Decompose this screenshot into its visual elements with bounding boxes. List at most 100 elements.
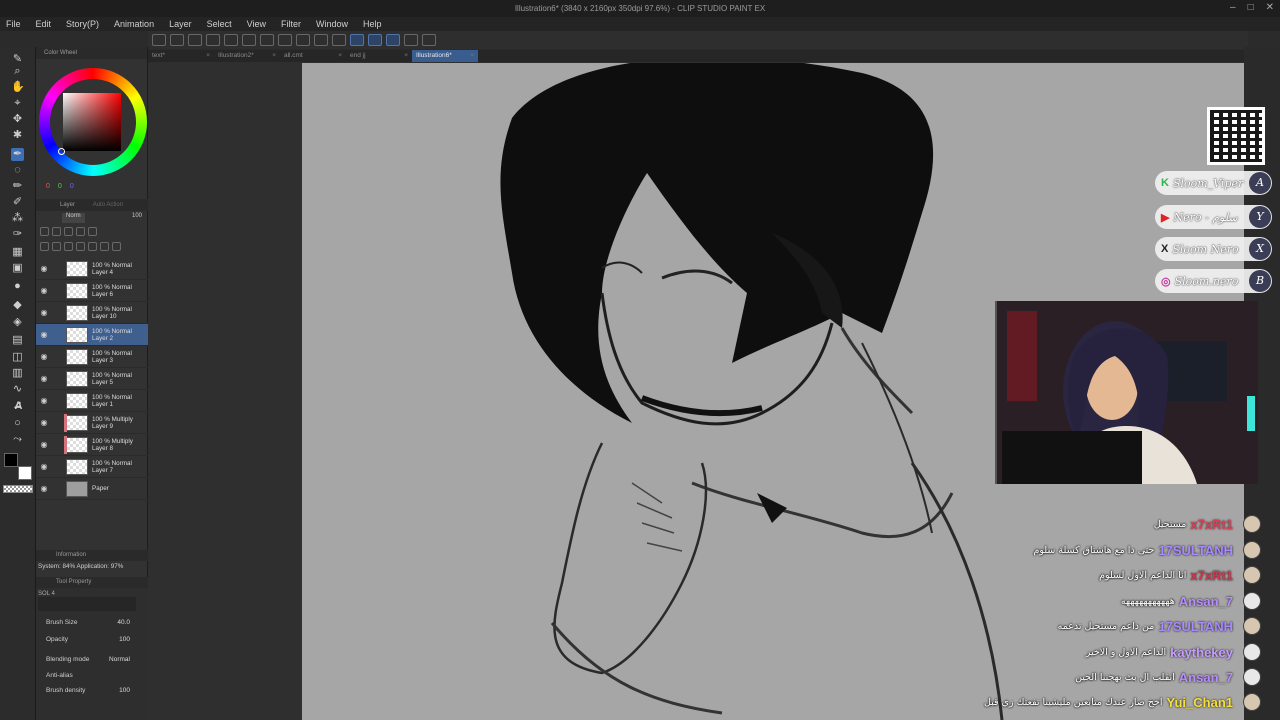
blend-icon[interactable]: ▣ xyxy=(11,262,24,275)
layer-row-paper[interactable]: ◉ Paper xyxy=(36,478,148,500)
assets-icon[interactable] xyxy=(422,34,436,46)
menu-window[interactable]: Window xyxy=(316,19,348,29)
device-icon[interactable] xyxy=(404,34,418,46)
hand-icon[interactable]: ✋ xyxy=(11,81,25,94)
crop-icon[interactable] xyxy=(332,34,346,46)
menu-file[interactable]: File xyxy=(6,19,21,29)
layer-row[interactable]: ◉ 100 % Multiply Layer 8 xyxy=(36,434,148,456)
figure-icon[interactable]: ◫ xyxy=(11,351,24,364)
open-icon[interactable] xyxy=(170,34,184,46)
palette-icon[interactable] xyxy=(88,227,97,236)
menu-story[interactable]: Story(P) xyxy=(66,19,99,29)
layer-row[interactable]: ◉ 100 % Normal Layer 6 xyxy=(36,280,148,302)
draft-icon[interactable] xyxy=(76,227,85,236)
maximize-button[interactable]: □ xyxy=(1248,2,1254,13)
snap-grid-icon[interactable] xyxy=(386,34,400,46)
tab-illustration2[interactable]: Illustration2* × xyxy=(214,50,280,62)
settings-icon[interactable] xyxy=(260,34,274,46)
eyedropper-icon[interactable]: ⌖ xyxy=(11,97,24,110)
ref-icon[interactable] xyxy=(64,227,73,236)
new-file-icon[interactable] xyxy=(152,34,166,46)
anti-alias-row[interactable]: Anti-alias xyxy=(46,672,144,679)
main-color-swatch[interactable] xyxy=(4,453,18,467)
sparkle-icon[interactable]: ✱ xyxy=(11,129,24,142)
mask-icon[interactable] xyxy=(100,242,109,251)
tab-allcmt[interactable]: all.cmt × xyxy=(280,50,346,62)
new-raster-icon[interactable] xyxy=(40,242,49,251)
eye-icon[interactable]: ◉ xyxy=(38,264,50,273)
eye-icon[interactable]: ◉ xyxy=(38,330,50,339)
layer-row[interactable]: ◉ 100 % Normal Layer 5 xyxy=(36,368,148,390)
layer-row-selected[interactable]: ◉ 100 % Normal Layer 2 xyxy=(36,324,148,346)
menu-layer[interactable]: Layer xyxy=(169,19,192,29)
delete-layer-icon[interactable] xyxy=(112,242,121,251)
marker-icon[interactable]: ✐ xyxy=(11,196,24,209)
menu-select[interactable]: Select xyxy=(207,19,232,29)
close-icon[interactable]: × xyxy=(470,50,474,62)
menu-help[interactable]: Help xyxy=(363,19,382,29)
eye-icon[interactable]: ◉ xyxy=(38,308,50,317)
close-icon[interactable]: × xyxy=(338,50,342,62)
opacity-row[interactable]: Opacity 100 xyxy=(46,636,144,643)
clip-icon[interactable] xyxy=(52,227,61,236)
color-square[interactable] xyxy=(63,93,121,151)
opacity-value[interactable]: 100 xyxy=(119,636,130,643)
brush-density-value[interactable]: 100 xyxy=(119,687,130,694)
eye-icon[interactable]: ◉ xyxy=(38,352,50,361)
transfer-icon[interactable] xyxy=(76,242,85,251)
correct-line-icon[interactable]: ⤳ xyxy=(11,433,24,446)
transparent-color-swatch[interactable] xyxy=(3,485,33,493)
layer-row[interactable]: ◉ 100 % Normal Layer 1 xyxy=(36,390,148,412)
eye-icon[interactable]: ◉ xyxy=(38,286,50,295)
eye-icon[interactable]: ◉ xyxy=(38,484,50,493)
auto-action-tab[interactable]: Auto Action xyxy=(93,202,123,208)
curve-icon[interactable]: ∿ xyxy=(11,383,24,396)
fill-icon[interactable] xyxy=(278,34,292,46)
eye-icon[interactable]: ◉ xyxy=(38,462,50,471)
pen-icon[interactable]: ✒ xyxy=(11,148,24,161)
clear-icon[interactable] xyxy=(314,34,328,46)
layer-row[interactable]: ◉ 100 % Multiply Layer 9 xyxy=(36,412,148,434)
close-icon[interactable]: × xyxy=(206,50,210,62)
close-icon[interactable]: × xyxy=(272,50,276,62)
snap-ruler-icon[interactable] xyxy=(350,34,364,46)
menu-view[interactable]: View xyxy=(247,19,266,29)
fill-bucket-icon[interactable]: ◈ xyxy=(11,316,24,329)
tab-endjj[interactable]: end jj × xyxy=(346,50,412,62)
layer-row[interactable]: ◉ 100 % Normal Layer 4 xyxy=(36,258,148,280)
layer-row[interactable]: ◉ 100 % Normal Layer 7 xyxy=(36,456,148,478)
layer-row[interactable]: ◉ 100 % Normal Layer 10 xyxy=(36,302,148,324)
new-vector-icon[interactable] xyxy=(52,242,61,251)
transform-icon[interactable] xyxy=(296,34,310,46)
blur-icon[interactable]: ● xyxy=(11,280,24,293)
tab-illustration6[interactable]: Illustration6* × xyxy=(412,50,478,62)
menu-animation[interactable]: Animation xyxy=(114,19,154,29)
merge-icon[interactable] xyxy=(88,242,97,251)
layer-opacity-value[interactable]: 100 xyxy=(132,213,142,223)
eye-icon[interactable]: ◉ xyxy=(38,440,50,449)
brush-density-row[interactable]: Brush density 100 xyxy=(46,687,144,694)
lock-icon[interactable] xyxy=(40,227,49,236)
tab-text[interactable]: text* × xyxy=(148,50,214,62)
eye-icon[interactable]: ◉ xyxy=(38,396,50,405)
sub-color-swatch[interactable] xyxy=(18,466,32,480)
new-folder-icon[interactable] xyxy=(64,242,73,251)
gradient-icon[interactable]: ▤ xyxy=(11,334,24,347)
save-icon[interactable] xyxy=(188,34,202,46)
eye-icon[interactable]: ◉ xyxy=(38,418,50,427)
brush-size-row[interactable]: Brush Size 40.0 xyxy=(46,619,144,626)
balloon-icon[interactable]: ○ xyxy=(11,417,24,430)
minimize-button[interactable]: – xyxy=(1230,2,1236,13)
pen2-icon[interactable]: ✑ xyxy=(11,228,24,241)
redo-icon[interactable] xyxy=(242,34,256,46)
close-icon[interactable]: × xyxy=(404,50,408,62)
lasso-icon[interactable]: ◌ xyxy=(11,164,24,177)
blending-mode-row[interactable]: Blending mode Normal xyxy=(46,656,144,663)
pencil-icon[interactable]: ✏ xyxy=(11,180,24,193)
layer-blend-select[interactable]: Norm xyxy=(62,213,85,223)
move-icon[interactable]: ✥ xyxy=(11,113,24,126)
frame-icon[interactable]: ▥ xyxy=(11,367,24,380)
eraser-icon[interactable]: ◆ xyxy=(11,299,24,312)
close-button[interactable]: ✕ xyxy=(1266,2,1274,13)
layer-row[interactable]: ◉ 100 % Normal Layer 3 xyxy=(36,346,148,368)
